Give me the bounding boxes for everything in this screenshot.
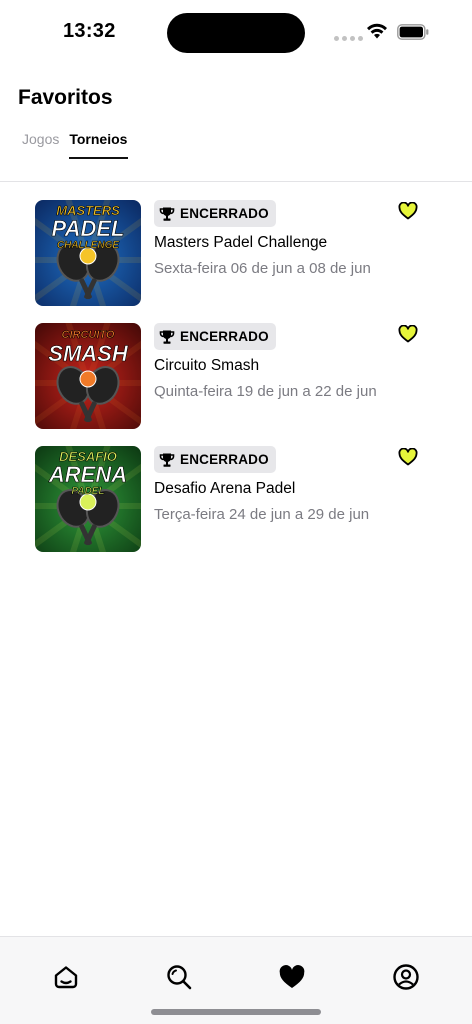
poster-text: CIRCUITO [62,329,115,341]
status-badge-label: ENCERRADO [180,452,269,467]
tournament-card[interactable]: MASTERS PADEL CHALLENGE ENCERRADO Masters … [0,200,472,323]
status-badge: ENCERRADO [154,446,276,473]
page-title: Favoritos [18,86,113,109]
status-badge-label: ENCERRADO [180,206,269,221]
heart-icon[interactable] [278,963,306,991]
tournament-name: Desafio Arena Padel [154,480,296,497]
poster-text: PADEL [52,216,125,241]
tab-torneios[interactable]: Torneios [69,131,129,159]
home-indicator [151,1009,321,1015]
poster-text: PADEL [71,486,104,497]
tabs-divider [0,181,472,182]
favorite-heart-icon[interactable] [398,325,418,343]
status-badge: ENCERRADO [154,323,276,350]
poster-text: ARENA [48,462,127,487]
tournament-date: Sexta-feira 06 de jun a 08 de jun [154,260,371,277]
search-icon[interactable] [165,963,193,991]
tournament-date: Quinta-feira 19 de jun a 22 de jun [154,383,377,400]
tab-jogos[interactable]: Jogos [22,131,59,159]
tournament-poster: CIRCUITO SMASH [35,323,141,429]
trophy-icon [159,207,175,221]
tournament-name: Masters Padel Challenge [154,234,328,251]
dynamic-island [167,13,305,53]
trophy-icon [159,330,175,344]
tournament-date: Terça-feira 24 de jun a 29 de jun [154,506,370,523]
poster-text: SMASH [48,341,129,366]
tournament-poster: DESAFIO ARENA PADEL [35,446,141,552]
poster-text: CHALLENGE [57,240,120,251]
favorite-heart-icon[interactable] [398,448,418,466]
status-bar: 13:32 [0,0,472,64]
tournament-poster: MASTERS PADEL CHALLENGE [35,200,141,306]
profile-icon[interactable] [392,963,420,991]
tab-bar: Jogos Torneios [22,131,129,159]
status-badge-label: ENCERRADO [180,329,269,344]
home-icon[interactable] [52,963,80,991]
favorite-heart-icon[interactable] [398,202,418,220]
tournament-card[interactable]: DESAFIO ARENA PADEL ENCERRADO Desafio Aren… [0,446,472,569]
status-badge: ENCERRADO [154,200,276,227]
status-time: 13:32 [63,20,116,42]
wifi-icon [367,23,387,39]
cellular-signal-icon [334,36,363,41]
tournament-name: Circuito Smash [154,357,260,374]
battery-icon [397,24,429,40]
tournament-list: MASTERS PADEL CHALLENGE ENCERRADO Masters … [0,200,472,569]
trophy-icon [159,453,175,467]
tournament-card[interactable]: CIRCUITO SMASH ENCERRADO Circuito Smash Q… [0,323,472,446]
